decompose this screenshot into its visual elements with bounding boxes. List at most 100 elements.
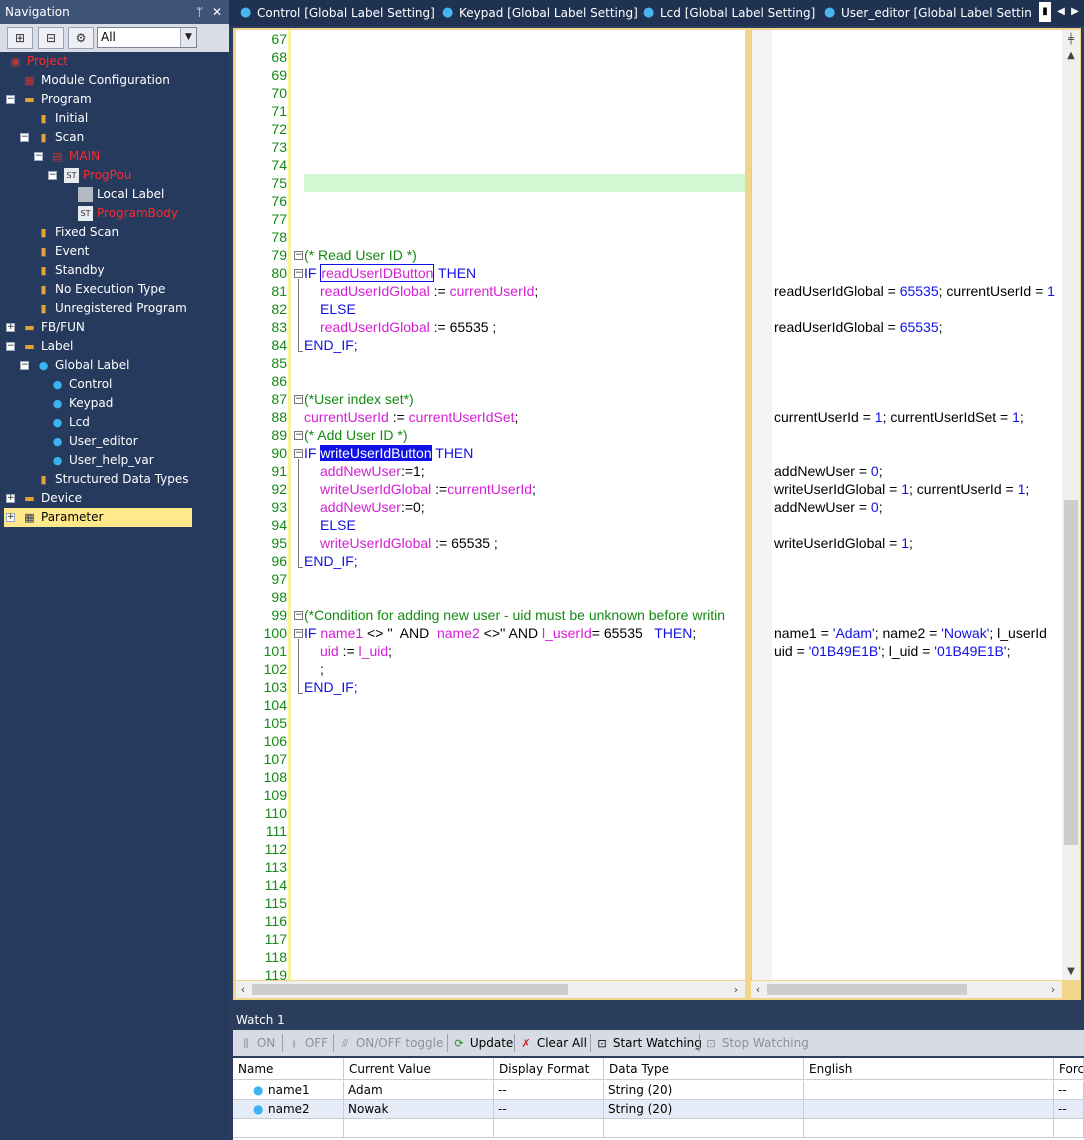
code-variable[interactable]: writeUserIdGlobal — [320, 481, 431, 497]
tree-view-icon[interactable]: ⊞ — [7, 27, 33, 49]
expand-icon[interactable]: + — [6, 323, 15, 332]
fold-collapse-icon[interactable]: − — [294, 629, 303, 638]
code-variable[interactable]: currentUserId — [304, 409, 389, 425]
on-button[interactable]: ⫼ ON — [239, 1034, 275, 1052]
filter-select[interactable]: All ▼ — [97, 27, 197, 48]
code-variable[interactable]: currentUserId — [447, 481, 532, 497]
scroll-up-icon[interactable]: ▲ — [1062, 48, 1080, 64]
column-header-current-value[interactable]: Current Value — [344, 1058, 494, 1080]
column-header-force[interactable]: Force — [1054, 1058, 1084, 1080]
fold-collapse-icon[interactable]: − — [294, 395, 303, 404]
split-handle-icon[interactable]: ╪ — [1062, 32, 1080, 48]
tree-item-global-label[interactable]: − ● Global Label — [0, 356, 229, 375]
expand-icon[interactable]: + — [6, 513, 15, 522]
tree-item-standby[interactable]: ▮ Standby — [0, 261, 229, 280]
cell-display-format[interactable]: -- — [494, 1081, 604, 1100]
code-variable[interactable]: addNewUser — [320, 499, 401, 515]
code-variable[interactable]: readUserIdGlobal — [320, 283, 430, 299]
tree-item-user-editor[interactable]: ● User_editor — [0, 432, 229, 451]
scrollbar-thumb[interactable] — [767, 984, 967, 995]
tree-item-label[interactable]: − ▬ Label — [0, 337, 229, 356]
scrollbar-thumb[interactable] — [252, 984, 568, 995]
fold-collapse-icon[interactable]: − — [294, 251, 303, 260]
collapse-icon[interactable]: − — [6, 342, 15, 351]
code-variable[interactable]: addNewUser — [320, 463, 401, 479]
editor-vertical-scrollbar[interactable]: ╪ ▲ ▼ — [1062, 30, 1080, 980]
tree-item-device[interactable]: + ▬ Device — [0, 489, 229, 508]
table-row[interactable]: ● name2 Nowak -- String (20) -- — [233, 1100, 1084, 1119]
gear-icon[interactable]: ⚙ — [68, 27, 94, 49]
pin-icon[interactable]: ᛘ — [196, 0, 203, 24]
scrollbar-thumb[interactable] — [1064, 500, 1078, 845]
monitor-horizontal-scrollbar[interactable]: ‹ › — [751, 981, 1062, 998]
tree-item-lcd[interactable]: ● Lcd — [0, 413, 229, 432]
tab-user-editor[interactable]: ● User_editor [Global Label Settin... — [821, 2, 1031, 24]
code-variable[interactable]: uid — [320, 643, 339, 659]
scroll-left-icon[interactable]: ‹ — [751, 981, 765, 998]
tree-item-module-configuration[interactable]: ▦ Module Configuration — [0, 71, 229, 90]
column-header-name[interactable]: Name — [233, 1058, 344, 1080]
tree-item-local-label[interactable]: Local Label — [0, 185, 229, 204]
code-variable[interactable]: readUserIDButton — [320, 264, 435, 282]
off-button[interactable]: ⫲ OFF — [287, 1034, 328, 1052]
collapse-icon[interactable]: − — [20, 133, 29, 142]
collapse-icon[interactable]: − — [20, 361, 29, 370]
update-button[interactable]: ⟳ Update — [452, 1034, 513, 1052]
clear-all-button[interactable]: ✗ Clear All — [519, 1034, 587, 1052]
tab-overflow-icon[interactable]: ▮ — [1039, 2, 1051, 22]
close-icon[interactable]: ✕ — [212, 0, 222, 24]
tab-control[interactable]: ● Control [Global Label Setting] — [237, 2, 435, 24]
column-header-display-format[interactable]: Display Format — [494, 1058, 604, 1080]
collapse-icon[interactable]: − — [48, 171, 57, 180]
tree-item-main[interactable]: − ▤ MAIN — [0, 147, 229, 166]
tree-item-programbody[interactable]: ST ProgramBody — [0, 204, 229, 223]
code-variable-selected[interactable]: writeUserIdButton — [320, 445, 432, 461]
collapse-icon[interactable]: − — [34, 152, 43, 161]
scroll-down-icon[interactable]: ▼ — [1062, 964, 1080, 980]
tree-item-parameter[interactable]: + ▦ Parameter — [4, 508, 192, 527]
cell-current-value[interactable]: Nowak — [344, 1100, 494, 1119]
tree-item-progpou[interactable]: − ST ProgPou — [0, 166, 229, 185]
code-variable[interactable]: name1 — [320, 625, 363, 641]
code-variable[interactable]: name2 — [437, 625, 480, 641]
tab-keypad[interactable]: ● Keypad [Global Label Setting] — [439, 2, 638, 24]
code-variable[interactable]: readUserIdGlobal — [320, 319, 430, 335]
cell-current-value[interactable]: Adam — [344, 1081, 494, 1100]
collapse-tree-icon[interactable]: ⊟ — [38, 27, 64, 49]
expand-icon[interactable]: + — [6, 494, 15, 503]
table-row[interactable]: ● name1 Adam -- String (20) -- — [233, 1081, 1084, 1100]
st-code-editor[interactable]: 67 68 69 70 71 72 73 74 75 76 77 78 79 80 81 82 83 84 85 86… — [236, 30, 745, 980]
code-variable[interactable]: writeUserIdGlobal — [320, 535, 431, 551]
scroll-left-icon[interactable]: ‹ — [236, 981, 250, 998]
tree-item-no-execution-type[interactable]: ▮ No Execution Type — [0, 280, 229, 299]
fold-collapse-icon[interactable]: − — [294, 431, 303, 440]
code-variable[interactable]: currentUserId — [450, 283, 535, 299]
fold-collapse-icon[interactable]: − — [294, 611, 303, 620]
chevron-down-icon[interactable]: ▼ — [180, 28, 196, 47]
tree-item-fb-fun[interactable]: + ▬ FB/FUN — [0, 318, 229, 337]
tree-item-unregistered-program[interactable]: ▮ Unregistered Program — [0, 299, 229, 318]
collapse-icon[interactable]: − — [6, 95, 15, 104]
tree-item-fixed-scan[interactable]: ▮ Fixed Scan — [0, 223, 229, 242]
tree-item-program[interactable]: − ▬ Program — [0, 90, 229, 109]
fold-collapse-icon[interactable]: − — [294, 449, 303, 458]
code-horizontal-scrollbar[interactable]: ‹ › — [236, 981, 745, 998]
code-variable[interactable]: currentUserIdSet — [409, 409, 515, 425]
tree-item-keypad[interactable]: ● Keypad — [0, 394, 229, 413]
tree-item-initial[interactable]: ▮ Initial — [0, 109, 229, 128]
tree-item-structured-data-types[interactable]: ▮ Structured Data Types — [0, 470, 229, 489]
column-header-data-type[interactable]: Data Type — [604, 1058, 804, 1080]
fold-collapse-icon[interactable]: − — [294, 269, 303, 278]
code-variable[interactable]: l_userId — [542, 625, 592, 641]
scroll-right-icon[interactable]: › — [1046, 981, 1060, 998]
tree-item-project[interactable]: ▣ Project — [0, 52, 229, 71]
tree-item-scan[interactable]: − ▮ Scan — [0, 128, 229, 147]
scroll-right-icon[interactable]: › — [729, 981, 743, 998]
tab-scroll-right-icon[interactable]: ▶ — [1069, 2, 1081, 22]
tree-item-control[interactable]: ● Control — [0, 375, 229, 394]
stop-watching-button[interactable]: ⊡ Stop Watching — [704, 1034, 808, 1052]
column-header-english[interactable]: English — [804, 1058, 1054, 1080]
tree-item-event[interactable]: ▮ Event — [0, 242, 229, 261]
tab-lcd[interactable]: ● Lcd [Global Label Setting] — [640, 2, 820, 24]
table-row-empty[interactable] — [233, 1119, 1084, 1138]
